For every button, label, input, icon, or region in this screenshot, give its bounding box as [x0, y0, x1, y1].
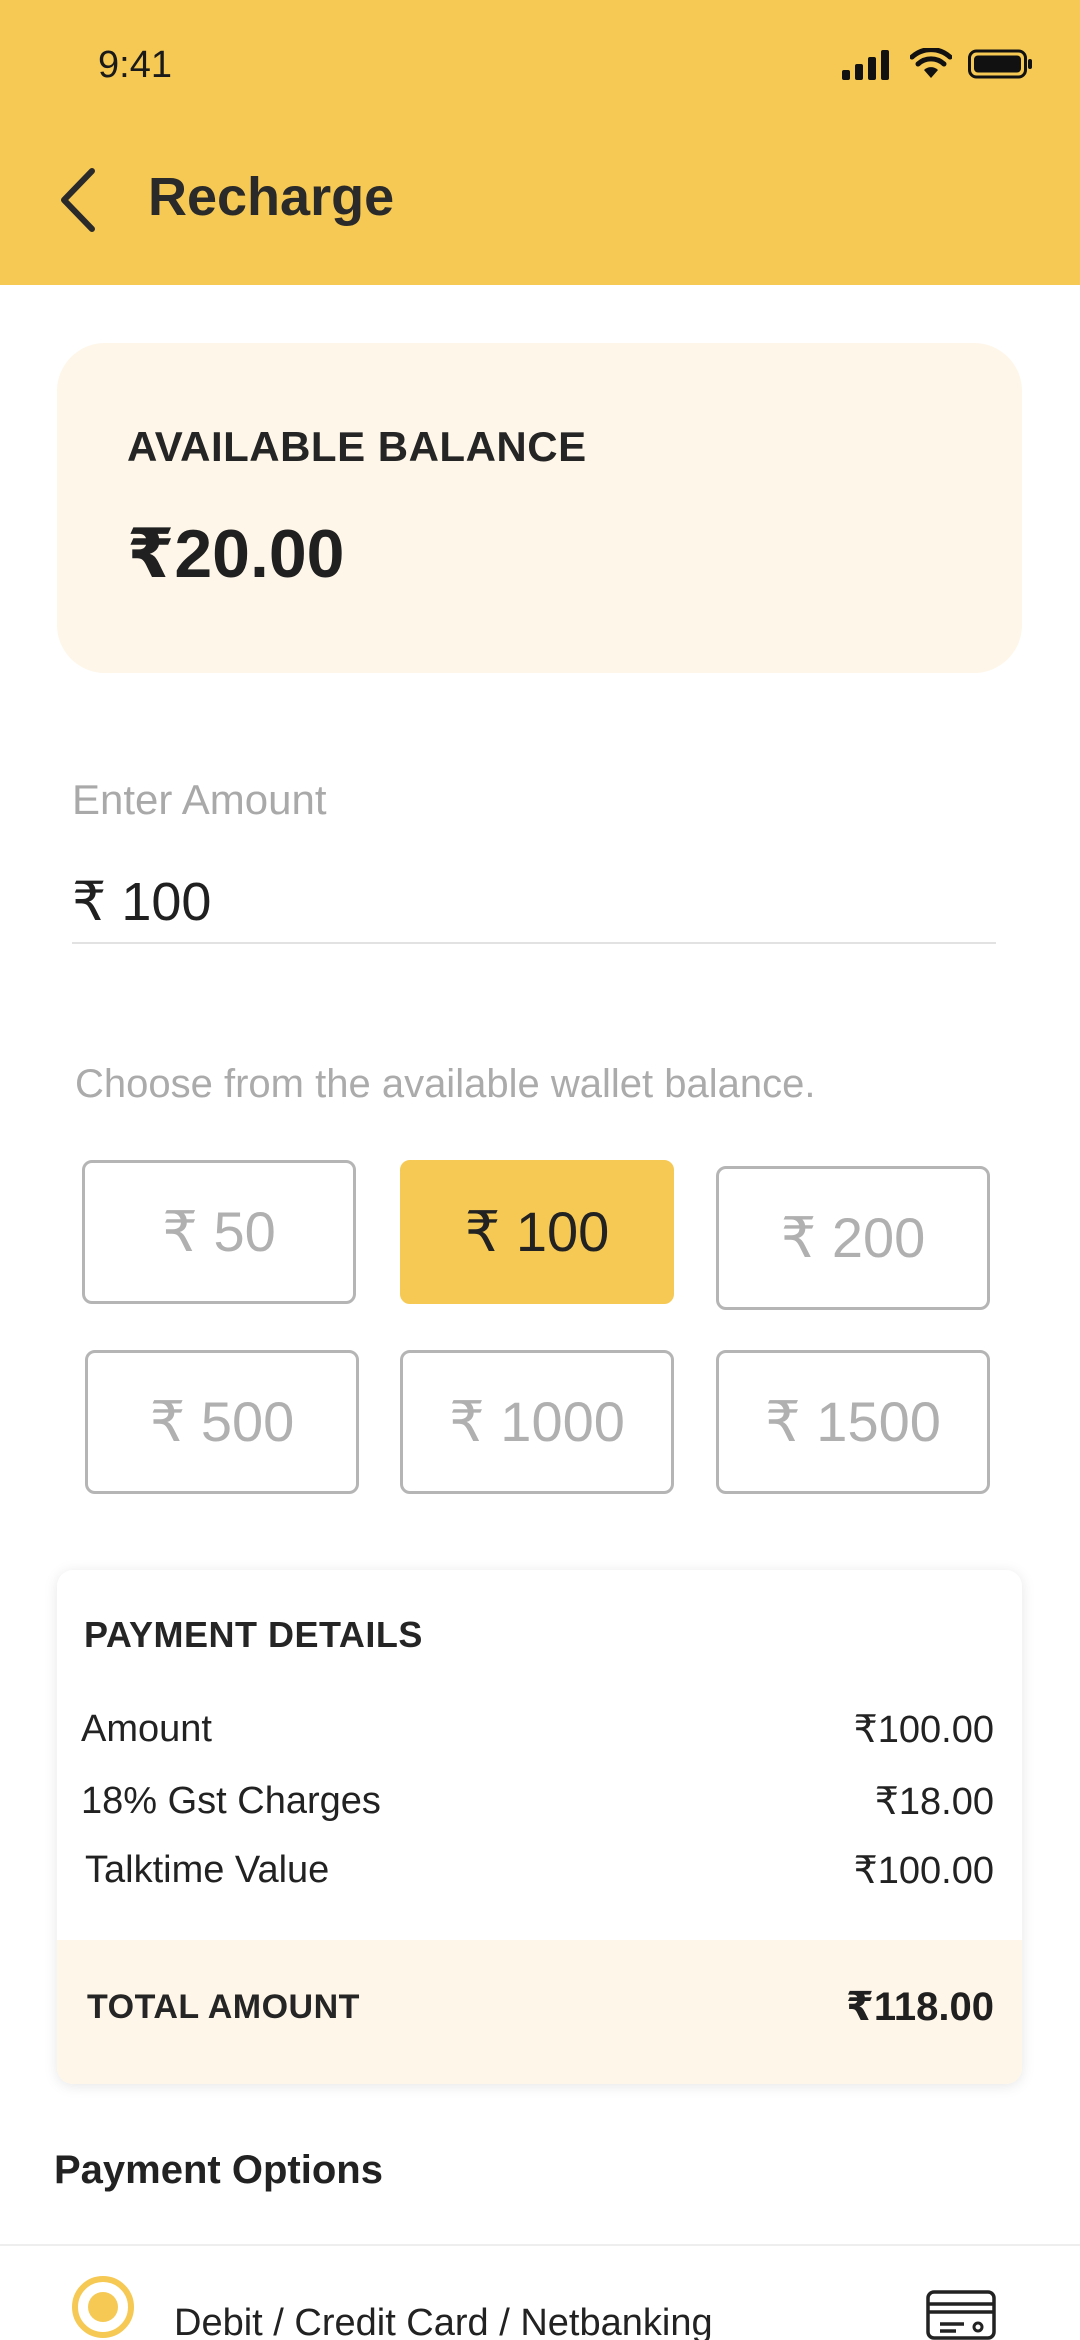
payment-options-title: Payment Options	[54, 2148, 383, 2192]
payment-row-label: 18% Gst Charges	[81, 1779, 381, 1822]
total-amount-value: ₹118.00	[846, 1985, 994, 2029]
radio-button[interactable]	[72, 2276, 134, 2338]
amount-label: Enter Amount	[72, 776, 327, 823]
amount-option-200[interactable]: ₹ 200	[716, 1166, 990, 1310]
payment-row-value: ₹100.00	[853, 1708, 994, 1751]
total-amount-section: TOTAL AMOUNT ₹118.00	[57, 1940, 1022, 2084]
payment-details-card: PAYMENT DETAILS Amount ₹100.00 18% Gst C…	[57, 1570, 1022, 2084]
amount-option-1000[interactable]: ₹ 1000	[400, 1350, 674, 1494]
payment-row-label: Amount	[81, 1707, 212, 1750]
payment-row-amount: Amount ₹100.00	[81, 1701, 994, 1757]
chevron-left-icon	[61, 168, 95, 232]
amount-input[interactable]	[72, 860, 996, 944]
amount-option-500[interactable]: ₹ 500	[85, 1350, 359, 1494]
payment-row-talktime: Talktime Value ₹100.00	[81, 1842, 994, 1898]
amount-option-50[interactable]: ₹ 50	[82, 1160, 356, 1304]
payment-details-title: PAYMENT DETAILS	[84, 1614, 423, 1655]
battery-icon	[968, 49, 1032, 79]
amount-option-1500[interactable]: ₹ 1500	[716, 1350, 990, 1494]
app-header: 9:41 Recharge	[0, 0, 1080, 285]
status-time: 9:41	[98, 44, 172, 86]
signal-icon	[842, 50, 889, 80]
wallet-hint-text: Choose from the available wallet balance…	[75, 1062, 816, 1106]
page-title: Recharge	[148, 167, 395, 227]
credit-card-icon	[926, 2290, 996, 2340]
amount-option-100[interactable]: ₹ 100	[400, 1160, 674, 1304]
radio-selected-dot	[88, 2292, 118, 2322]
wifi-icon	[910, 48, 952, 78]
status-icons	[842, 44, 1034, 84]
payment-row-gst: 18% Gst Charges ₹18.00	[81, 1773, 994, 1829]
balance-label: AVAILABLE BALANCE	[127, 423, 587, 470]
payment-row-value: ₹100.00	[853, 1849, 994, 1892]
balance-value: ₹20.00	[127, 516, 345, 592]
payment-row-value: ₹18.00	[874, 1780, 994, 1823]
payment-row-label: Talktime Value	[85, 1848, 330, 1891]
total-amount-label: TOTAL AMOUNT	[87, 1988, 360, 2026]
payment-option-card[interactable]: Debit / Credit Card / Netbanking	[0, 2246, 1080, 2340]
back-button[interactable]	[48, 160, 108, 240]
balance-card: AVAILABLE BALANCE ₹20.00	[57, 343, 1022, 673]
payment-option-label: Debit / Credit Card / Netbanking	[174, 2302, 713, 2340]
